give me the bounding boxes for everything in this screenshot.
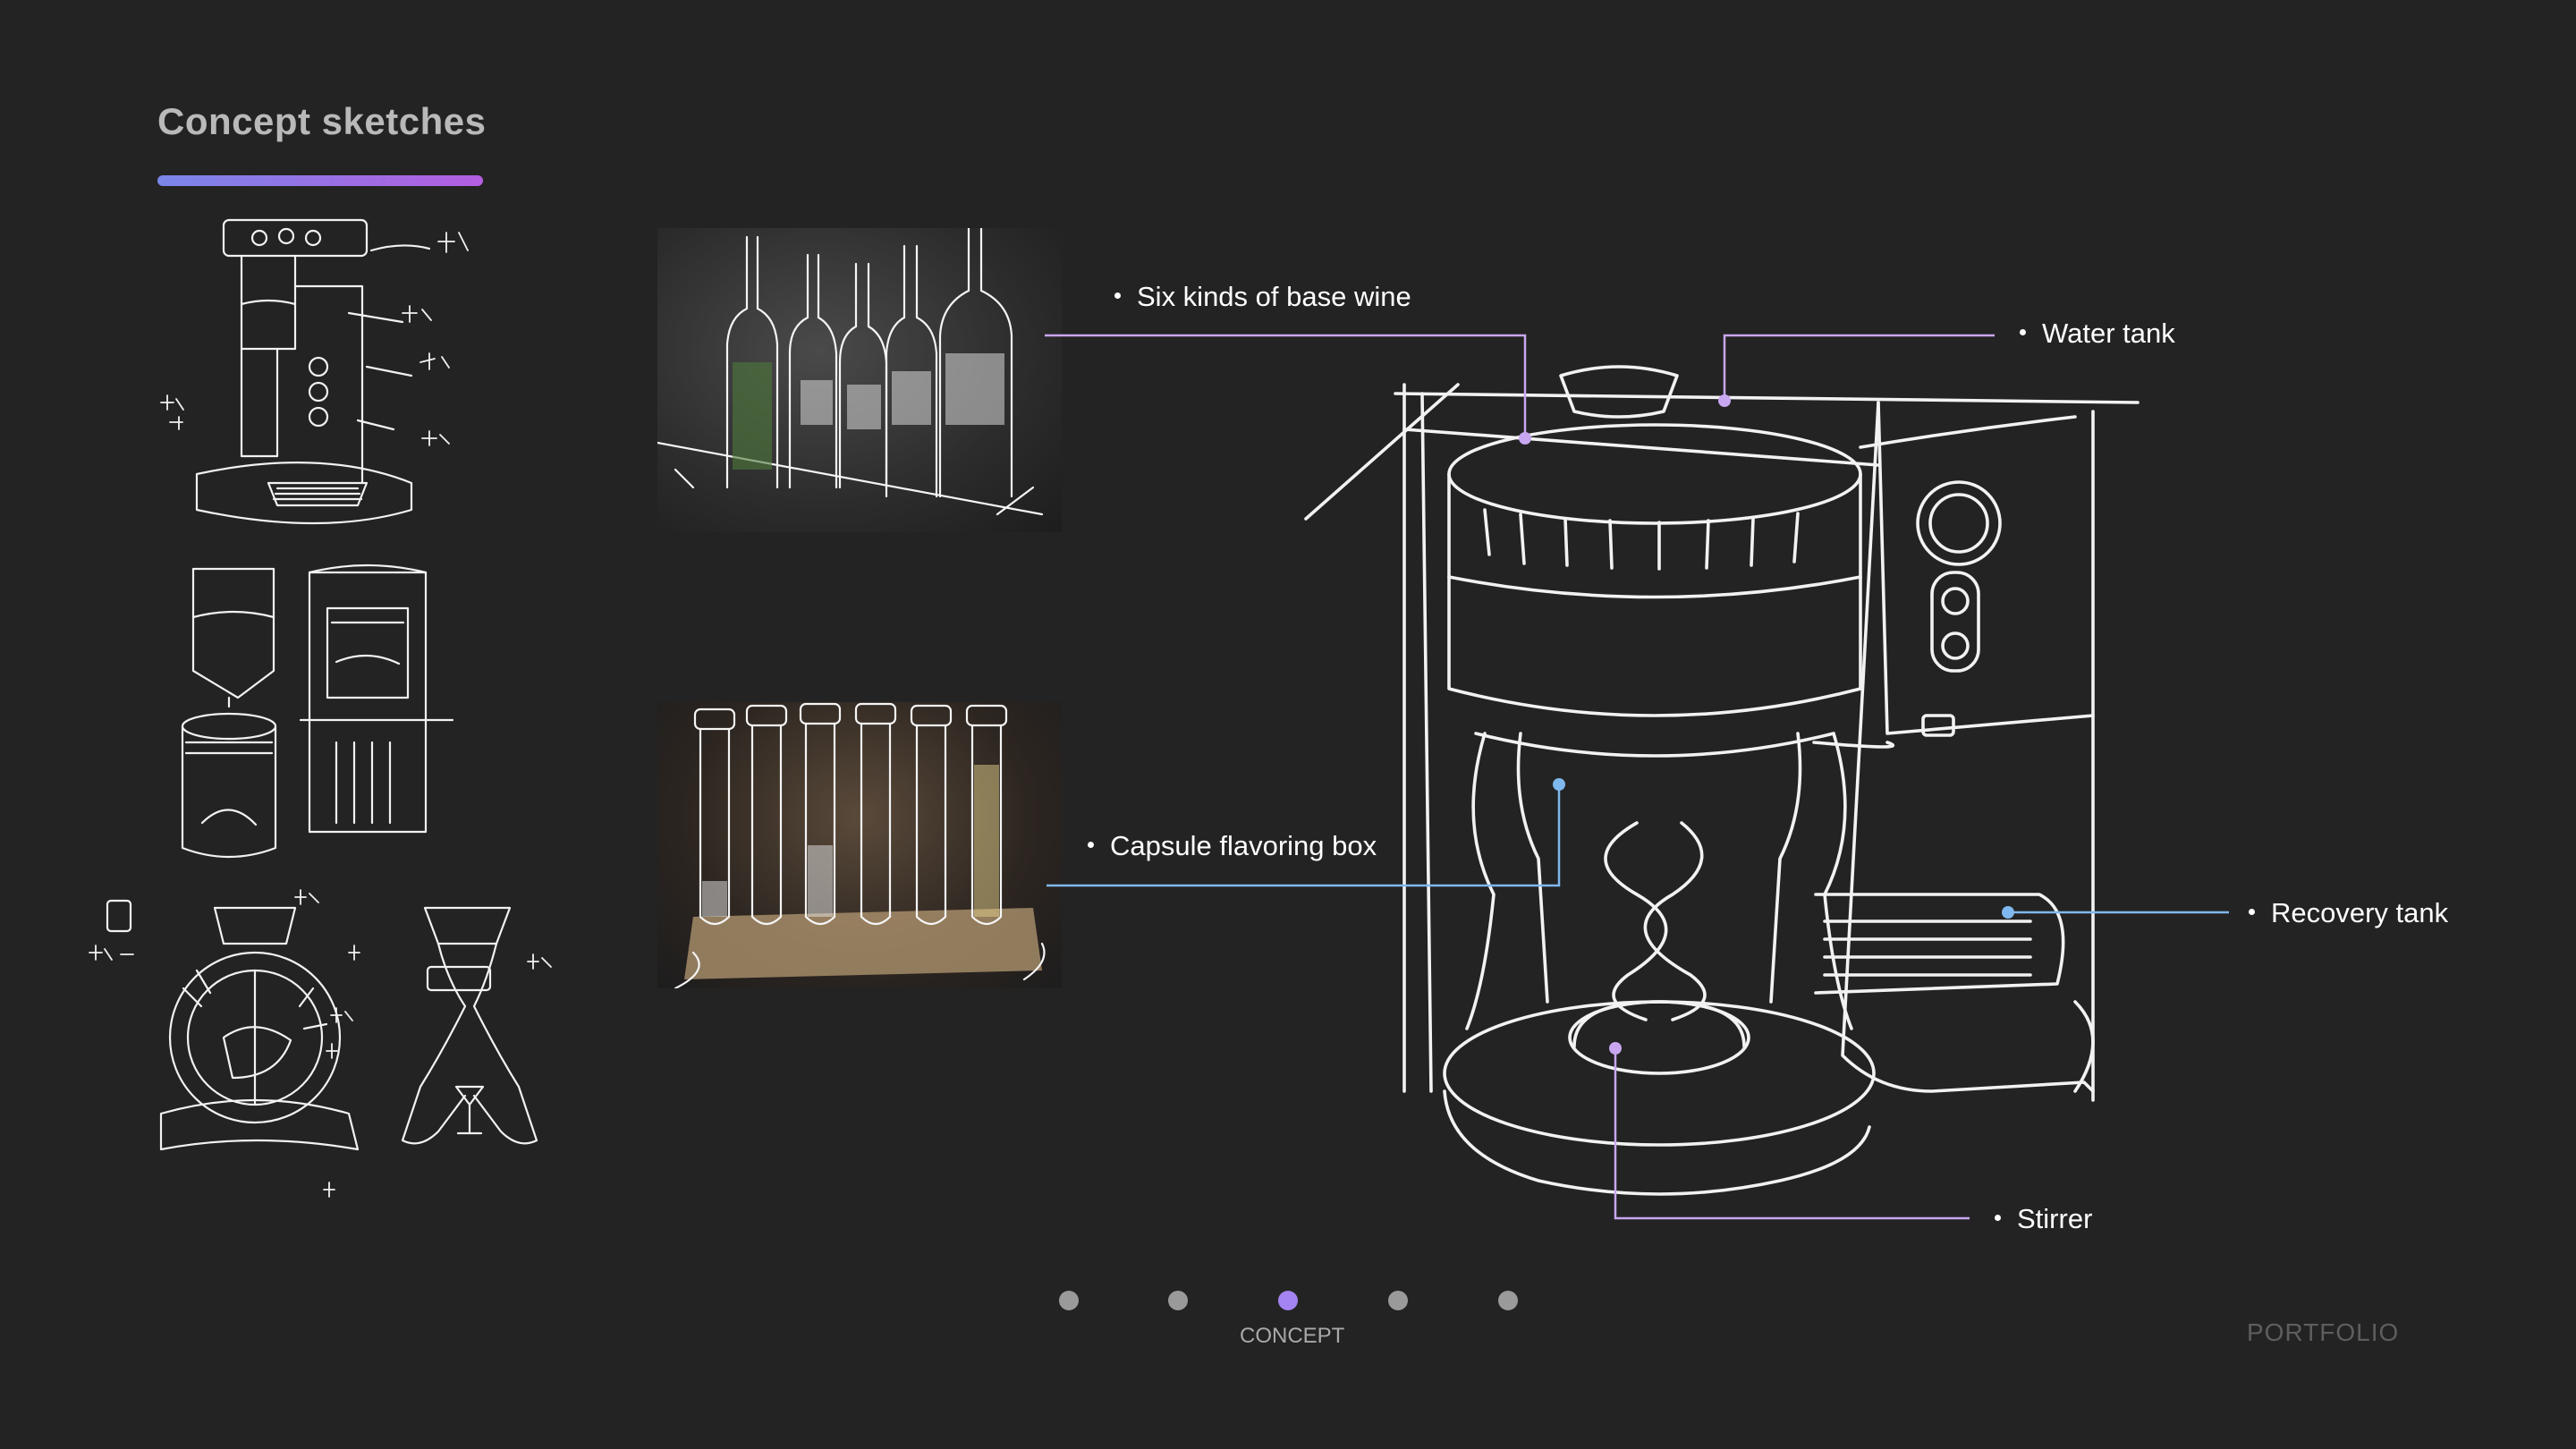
callout-capsule-text: Capsule flavoring box — [1110, 830, 1377, 861]
pager-dot-3-active[interactable] — [1278, 1291, 1298, 1310]
bullet-dot — [1114, 292, 1121, 300]
pager-dot-2[interactable] — [1168, 1291, 1188, 1310]
callout-stirrer-text: Stirrer — [2017, 1203, 2093, 1234]
pager-active-label: CONCEPT — [1240, 1324, 1345, 1348]
pager-dot-4[interactable] — [1388, 1291, 1408, 1310]
sketch-cocktail-machine-variants — [89, 889, 552, 1198]
pager-dot-1[interactable] — [1059, 1291, 1079, 1310]
callout-stirrer: Stirrer — [1995, 1203, 2092, 1235]
main-machine-sketch — [1304, 365, 2140, 1196]
bullet-dot — [2020, 329, 2026, 336]
sketch-machine-concept — [160, 218, 469, 525]
bullet-dot — [1088, 842, 1094, 849]
callout-recovery-tank-text: Recovery tank — [2271, 897, 2449, 928]
callout-capsule: Capsule flavoring box — [1088, 830, 1377, 862]
bullet-dot — [1995, 1215, 2001, 1222]
callout-water-tank-text: Water tank — [2042, 318, 2175, 349]
bullet-dot — [2249, 909, 2255, 916]
portfolio-brand: PORTFOLIO — [2247, 1318, 2400, 1346]
pager-dot-5[interactable] — [1498, 1291, 1518, 1310]
sketch-tank-details — [181, 564, 454, 859]
page-title: Concept sketches — [157, 100, 487, 142]
callout-recovery-tank: Recovery tank — [2249, 897, 2448, 929]
photo-base-wine-bottles — [657, 228, 1062, 532]
callout-water-tank: Water tank — [2020, 318, 2175, 350]
callout-base-wine-text: Six kinds of base wine — [1137, 281, 1411, 312]
title-underline — [157, 175, 483, 186]
callout-base-wine: Six kinds of base wine — [1114, 281, 1411, 313]
photo-capsule-flavoring-tubes — [657, 702, 1062, 988]
